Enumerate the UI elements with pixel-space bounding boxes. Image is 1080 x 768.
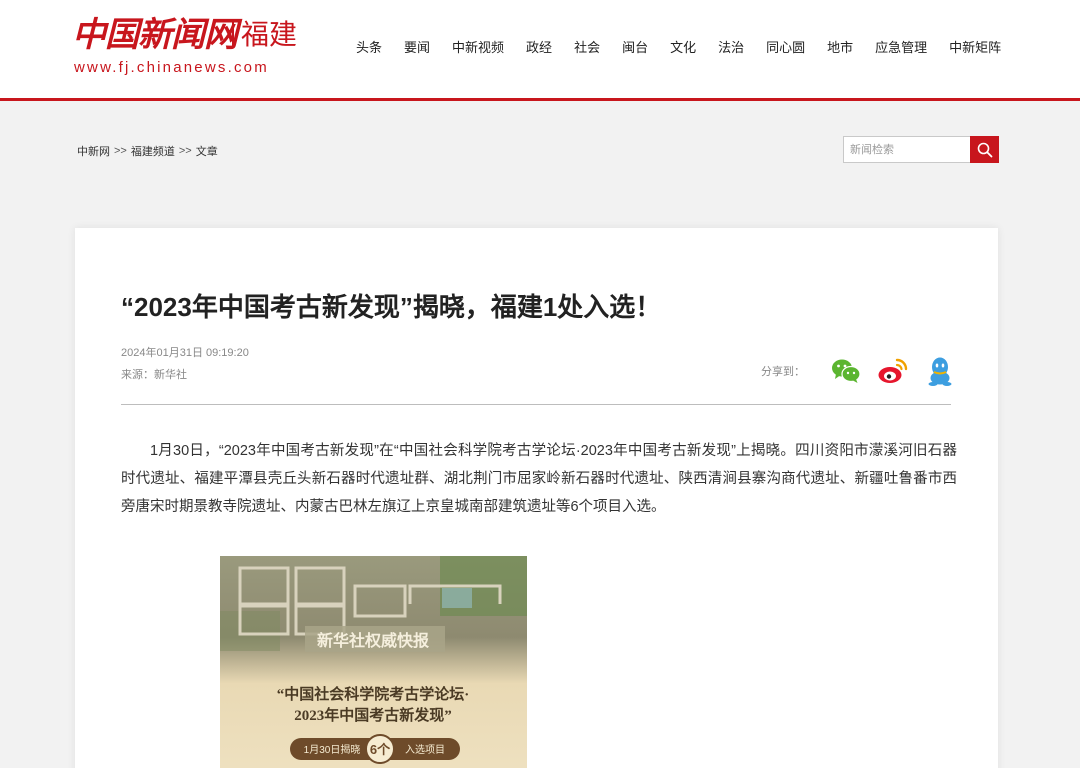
nav-item-law[interactable]: 法治 bbox=[718, 37, 744, 56]
main-nav: 头条 要闻 中新视频 政经 社会 闽台 文化 法治 同心圆 地市 应急管理 中新… bbox=[356, 36, 1001, 56]
breadcrumb-fujian[interactable]: 福建频道 bbox=[131, 143, 175, 159]
share-bar: 分享到： bbox=[761, 354, 957, 388]
article-title: “2023年中国考古新发现”揭晓，福建1处入选！ bbox=[121, 292, 662, 322]
breadcrumb-separator: >> bbox=[178, 145, 192, 157]
search-box bbox=[843, 136, 999, 163]
logo-text: 中国新闻网 bbox=[72, 15, 238, 55]
article-datetime: 2024年01月31日 09:19:20 bbox=[121, 347, 249, 359]
breadcrumb-home[interactable]: 中新网 bbox=[77, 143, 110, 159]
article-card: “2023年中国考古新发现”揭晓，福建1处入选！ 2024年01月31日 09:… bbox=[75, 228, 998, 768]
breadcrumb: 中新网 >> 福建频道 >> 文章 bbox=[77, 143, 218, 159]
nav-item-toutiao[interactable]: 头条 bbox=[356, 37, 382, 56]
nav-item-society[interactable]: 社会 bbox=[574, 37, 600, 56]
nav-item-culture[interactable]: 文化 bbox=[670, 37, 696, 56]
search-icon bbox=[977, 142, 992, 157]
qq-icon[interactable] bbox=[923, 354, 957, 388]
poster-headline: 新华社权威快报 bbox=[317, 631, 429, 650]
nav-item-matrix[interactable]: 中新矩阵 bbox=[949, 37, 1001, 56]
breadcrumb-article[interactable]: 文章 bbox=[196, 143, 218, 159]
nav-item-video[interactable]: 中新视频 bbox=[452, 37, 504, 56]
article-image[interactable]: 新华社权威快报 “中国社会科学院考古学论坛· 2023年中国考古新发现” 1月3… bbox=[220, 556, 527, 768]
breadcrumb-separator: >> bbox=[114, 145, 127, 157]
logo-region: 福建 bbox=[241, 19, 298, 50]
weibo-icon[interactable] bbox=[876, 354, 910, 388]
nav-item-yaowen[interactable]: 要闻 bbox=[404, 37, 430, 56]
site-logo[interactable]: 中国新闻网 福建 www.fj.chinanews.com bbox=[72, 14, 302, 80]
logo-divider bbox=[232, 22, 234, 48]
search-button[interactable] bbox=[970, 136, 999, 163]
nav-item-mintai[interactable]: 闽台 bbox=[622, 37, 648, 56]
poster-badge-number: 6个 bbox=[370, 742, 391, 757]
logo-url: www.fj.chinanews.com bbox=[74, 59, 269, 76]
nav-item-tongxinyuan[interactable]: 同心圆 bbox=[766, 37, 805, 56]
nav-item-politics-economy[interactable]: 政经 bbox=[526, 37, 552, 56]
poster-badge-right: 入选项目 bbox=[405, 743, 445, 756]
nav-item-emergency[interactable]: 应急管理 bbox=[875, 37, 927, 56]
excavation-poster: 新华社权威快报 “中国社会科学院考古学论坛· 2023年中国考古新发现” 1月3… bbox=[220, 556, 527, 768]
article-paragraph: 1月30日，“2023年中国考古新发现”在“中国社会科学院考古学论坛·2023年… bbox=[121, 443, 957, 515]
wechat-icon[interactable] bbox=[829, 354, 863, 388]
share-label: 分享到： bbox=[761, 366, 805, 378]
poster-subtitle-line2: 2023年中国考古新发现” bbox=[294, 706, 452, 724]
nav-item-cities[interactable]: 地市 bbox=[827, 37, 853, 56]
poster-subtitle-line1: “中国社会科学院考古学论坛· bbox=[277, 685, 470, 703]
poster-badge-left: 1月30日揭晓 bbox=[304, 743, 361, 756]
site-header: 中国新闻网 福建 www.fj.chinanews.com 头条 要闻 中新视频… bbox=[0, 0, 1080, 101]
article-source: 来源：新华社 bbox=[121, 369, 187, 381]
meta-divider bbox=[121, 404, 951, 405]
search-input[interactable] bbox=[843, 136, 970, 163]
